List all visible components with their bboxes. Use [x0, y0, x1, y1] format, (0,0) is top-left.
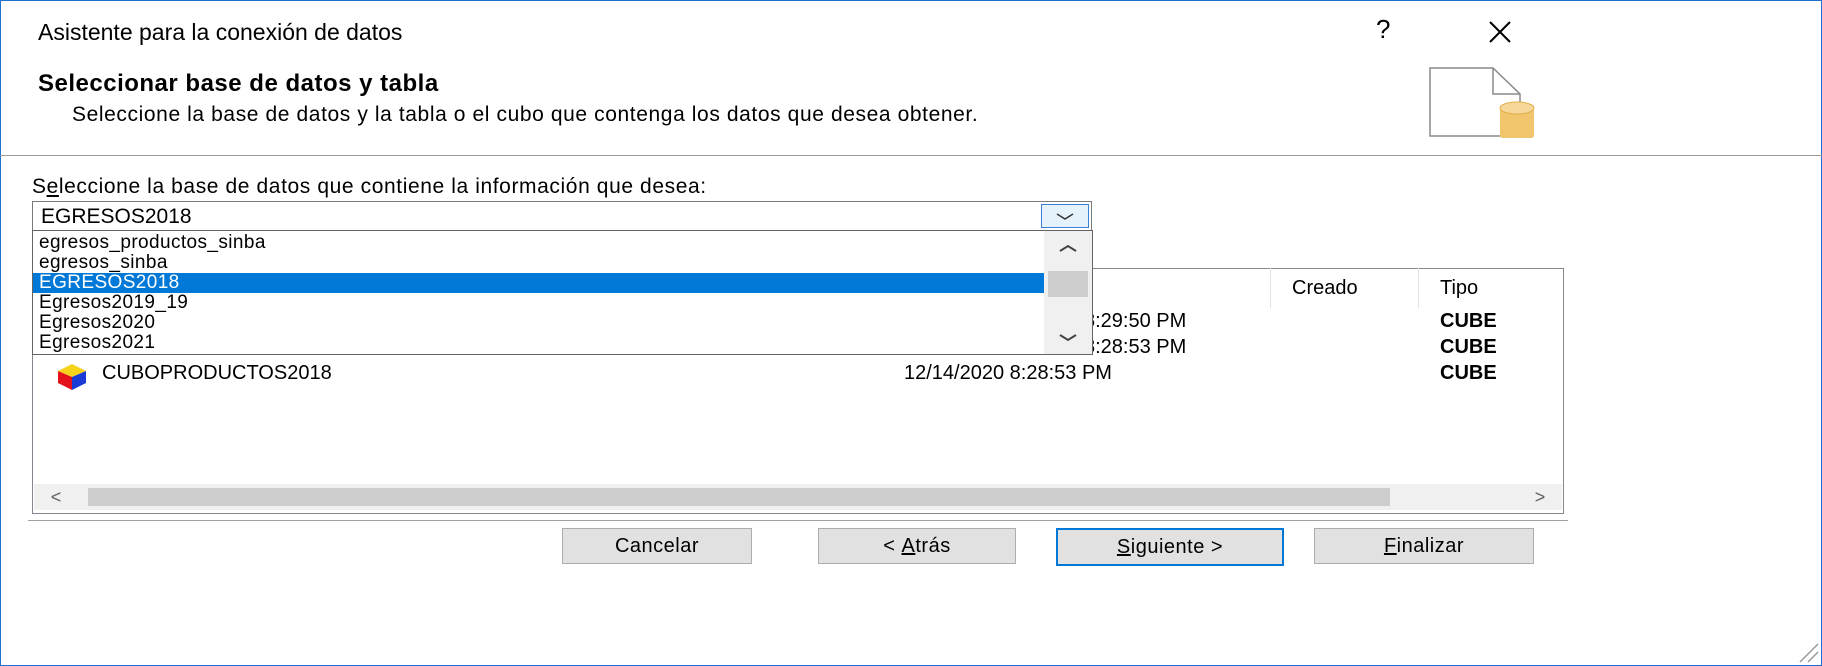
help-button[interactable]: ?	[1376, 14, 1390, 45]
scrollbar-thumb[interactable]	[1048, 271, 1088, 297]
column-divider[interactable]	[1270, 268, 1271, 308]
column-header-type[interactable]: Tipo	[1440, 277, 1478, 300]
scroll-left-icon[interactable]: <	[46, 484, 66, 510]
close-button[interactable]	[1480, 14, 1520, 50]
row-modified: 8:28:53 PM	[1084, 336, 1187, 358]
chevron-up-icon[interactable]	[1044, 235, 1092, 261]
finish-button[interactable]: Finalizar	[1314, 528, 1534, 564]
cancel-button[interactable]: Cancelar	[562, 528, 752, 564]
window-title: Asistente para la conexión de datos	[38, 19, 403, 45]
row-modified: 12/14/2020 8:28:53 PM	[904, 362, 1112, 384]
database-dropdown-list[interactable]: egresos_productos_sinba egresos_sinba EG…	[32, 230, 1093, 355]
combobox-dropdown-button[interactable]	[1041, 204, 1089, 228]
page-heading: Seleccionar base de datos y tabla	[38, 70, 439, 97]
horizontal-scrollbar[interactable]: < >	[34, 484, 1562, 510]
dropdown-option-selected[interactable]: EGRESOS2018	[33, 273, 1047, 293]
row-modified: 8:29:50 PM	[1084, 310, 1187, 332]
scroll-right-icon[interactable]: >	[1530, 484, 1550, 510]
row-type: CUBE	[1440, 336, 1497, 358]
back-button[interactable]: < Atrás	[818, 528, 1016, 564]
document-database-icon	[1428, 66, 1538, 143]
header-separator	[0, 155, 1822, 156]
scrollbar-thumb[interactable]	[88, 488, 1390, 506]
dropdown-option[interactable]: Egresos2020	[33, 313, 1047, 333]
column-divider[interactable]	[1418, 268, 1419, 308]
dropdown-option[interactable]: Egresos2019_19	[33, 293, 1047, 313]
table-row[interactable]: CUBOPRODUCTOS2018 12/14/2020 8:28:53 PM …	[0, 362, 1822, 390]
footer-separator	[28, 520, 1568, 521]
database-label: Seleccione la base de datos que contiene…	[32, 175, 707, 198]
chevron-down-icon	[1056, 213, 1074, 220]
dropdown-option[interactable]: Egresos2021	[33, 333, 1047, 353]
dropdown-scrollbar[interactable]	[1044, 231, 1092, 354]
dropdown-option[interactable]: egresos_sinba	[33, 253, 1047, 273]
row-type: CUBE	[1440, 310, 1497, 332]
close-icon	[1489, 21, 1511, 43]
row-type: CUBE	[1440, 362, 1497, 384]
database-selected-value: EGRESOS2018	[41, 205, 192, 228]
resize-grip-icon[interactable]	[1790, 634, 1820, 664]
database-combobox[interactable]: EGRESOS2018	[32, 201, 1092, 231]
column-header-created[interactable]: Creado	[1292, 277, 1358, 300]
cube-icon	[52, 361, 92, 397]
chevron-down-icon[interactable]	[1044, 325, 1092, 351]
next-button[interactable]: Siguiente >	[1056, 528, 1284, 566]
row-name: CUBOPRODUCTOS2018	[102, 362, 332, 384]
dropdown-option[interactable]: egresos_productos_sinba	[33, 233, 1047, 253]
page-description: Seleccione la base de datos y la tabla o…	[72, 103, 979, 126]
